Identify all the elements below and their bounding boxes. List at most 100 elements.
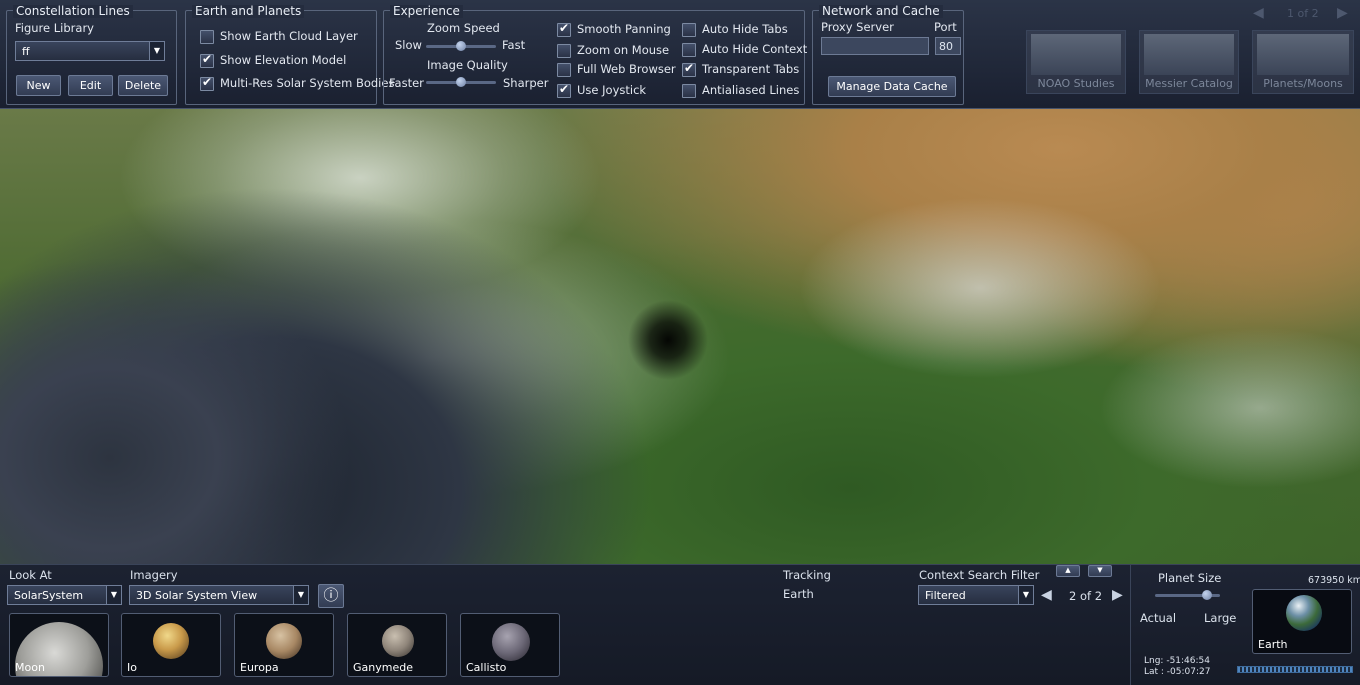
checkbox-label: Zoom on Mouse — [577, 43, 670, 57]
slider-min-label: Actual — [1140, 611, 1177, 625]
checkbox-label: Antialiased Lines — [702, 83, 800, 97]
transparent-tabs-checkbox[interactable]: ✔ — [682, 61, 696, 77]
auto-hide-tabs-checkbox[interactable] — [682, 23, 696, 37]
tracking-label: Tracking — [783, 568, 831, 582]
group-title: Constellation Lines — [13, 5, 133, 18]
dropdown-value: 3D Solar System View — [136, 589, 258, 602]
checkbox-label: Use Joystick — [577, 83, 647, 97]
use-joystick-checkbox[interactable]: ✔ — [557, 82, 571, 98]
ganymede-card[interactable]: Ganymede — [347, 613, 447, 677]
slider-knob[interactable] — [456, 77, 466, 87]
image-quality-slider[interactable] — [426, 77, 496, 87]
checkbox-label: Smooth Panning — [577, 22, 671, 36]
next-page-icon[interactable]: ▶ — [1112, 587, 1123, 603]
earth-thumbnail-card[interactable]: Earth — [1252, 589, 1352, 654]
chevron-down-icon: ▼ — [293, 586, 308, 604]
checkmark-icon: ✔ — [559, 21, 570, 35]
slider-max-label: Fast — [502, 38, 526, 52]
collapse-down-button[interactable]: ▼ — [1088, 565, 1112, 577]
ganymede-thumbnail — [382, 625, 414, 657]
sky-viewport[interactable] — [0, 108, 1360, 564]
auto-hide-context-checkbox[interactable] — [682, 43, 696, 57]
look-at-label: Look At — [9, 568, 52, 582]
zoom-on-mouse-checkbox[interactable] — [557, 44, 571, 58]
edit-button[interactable]: Edit — [68, 75, 113, 96]
group-title: Experience — [390, 5, 463, 18]
europa-thumbnail — [266, 623, 302, 659]
antialiased-lines-checkbox[interactable] — [682, 84, 696, 98]
look-at-dropdown[interactable]: SolarSystem ▼ — [7, 585, 122, 605]
checkbox-label: Show Earth Cloud Layer — [220, 29, 358, 43]
elevation-model-checkbox[interactable]: ✔ — [200, 52, 214, 68]
dropdown-value: Filtered — [925, 589, 966, 602]
checkbox-label: Full Web Browser — [577, 62, 676, 76]
multires-bodies-checkbox[interactable]: ✔ — [200, 75, 214, 91]
port-label: Port — [934, 20, 957, 34]
callisto-card[interactable]: Callisto — [460, 613, 560, 677]
zoom-speed-slider[interactable] — [426, 41, 496, 51]
info-icon[interactable]: ⓘ — [318, 584, 344, 608]
europa-card[interactable]: Europa — [234, 613, 334, 677]
group-title: Network and Cache — [819, 5, 943, 18]
group-title: Earth and Planets — [192, 5, 305, 18]
expand-up-button[interactable]: ▲ — [1056, 565, 1080, 577]
dropdown-value: ff — [22, 45, 30, 58]
tab-thumb-label: Messier Catalog — [1145, 77, 1233, 90]
figure-library-dropdown[interactable]: ff ▼ — [15, 41, 165, 61]
planet-size-label: Planet Size — [1158, 571, 1222, 585]
full-web-browser-checkbox[interactable] — [557, 63, 571, 77]
card-label: Io — [127, 661, 137, 674]
checkmark-icon: ✔ — [559, 82, 570, 96]
context-filter-label: Context Search Filter — [919, 568, 1040, 582]
smooth-panning-checkbox[interactable]: ✔ — [557, 21, 571, 37]
checkmark-icon: ✔ — [684, 61, 695, 75]
prev-page-icon[interactable]: ◀ — [1253, 5, 1264, 21]
io-card[interactable]: Io — [121, 613, 221, 677]
card-label: Callisto — [466, 661, 507, 674]
network-cache-group: Network and Cache Proxy Server Port 80 M… — [812, 5, 964, 105]
chevron-down-icon: ▼ — [149, 42, 164, 60]
checkmark-icon: ✔ — [202, 75, 213, 89]
manage-data-cache-button[interactable]: Manage Data Cache — [828, 76, 956, 97]
slider-max-label: Large — [1204, 611, 1237, 625]
catalog-icon — [1144, 34, 1234, 75]
planet-size-slider[interactable] — [1155, 590, 1220, 600]
tab-thumb-label: NOAO Studies — [1037, 77, 1115, 90]
slider-knob[interactable] — [1202, 590, 1212, 600]
tab-thumb-planets[interactable]: Planets/Moons — [1252, 30, 1354, 94]
slider-max-label: Sharper — [503, 76, 549, 90]
telescope-icon — [1031, 34, 1121, 75]
planet-size-panel: Planet Size Actual Large 673950 km Earth… — [1130, 565, 1360, 685]
figure-library-label: Figure Library — [15, 21, 94, 35]
earth-planets-group: Earth and Planets Show Earth Cloud Layer… — [185, 5, 394, 105]
latitude-readout: Lat : -05:07:27 — [1144, 667, 1211, 677]
checkbox-label: Auto Hide Tabs — [702, 22, 788, 36]
cloud-layer-checkbox[interactable] — [200, 30, 214, 44]
checkbox-label: Show Elevation Model — [220, 53, 347, 67]
page-indicator: 2 of 2 — [1069, 589, 1103, 603]
earth-globe-icon — [1286, 595, 1322, 631]
card-label: Ganymede — [353, 661, 413, 674]
moon-card[interactable]: Moon — [9, 613, 109, 677]
page-indicator: 1 of 2 — [1287, 7, 1319, 20]
tab-thumb-messier[interactable]: Messier Catalog — [1139, 30, 1239, 94]
slider-knob[interactable] — [456, 41, 466, 51]
imagery-dropdown[interactable]: 3D Solar System View ▼ — [129, 585, 309, 605]
checkbox-label: Transparent Tabs — [702, 62, 800, 76]
next-page-icon[interactable]: ▶ — [1337, 5, 1348, 21]
context-panel: Look At SolarSystem ▼ Imagery 3D Solar S… — [0, 564, 1360, 685]
new-button[interactable]: New — [16, 75, 61, 96]
settings-panel: NOAO Studies Messier Catalog Planets/Moo… — [0, 0, 1360, 109]
imagery-label: Imagery — [130, 568, 178, 582]
card-label: Europa — [240, 661, 279, 674]
prev-page-icon[interactable]: ◀ — [1041, 587, 1052, 603]
tab-thumb-noao[interactable]: NOAO Studies — [1026, 30, 1126, 94]
checkbox-label: Multi-Res Solar System Bodies — [220, 76, 395, 90]
context-filter-dropdown[interactable]: Filtered ▼ — [918, 585, 1034, 605]
port-input[interactable]: 80 — [935, 37, 961, 55]
delete-button[interactable]: Delete — [118, 75, 168, 96]
chevron-down-icon: ▼ — [106, 586, 121, 604]
proxy-server-input[interactable] — [821, 37, 929, 55]
tracking-value: Earth — [783, 587, 814, 601]
planets-icon — [1257, 34, 1349, 75]
